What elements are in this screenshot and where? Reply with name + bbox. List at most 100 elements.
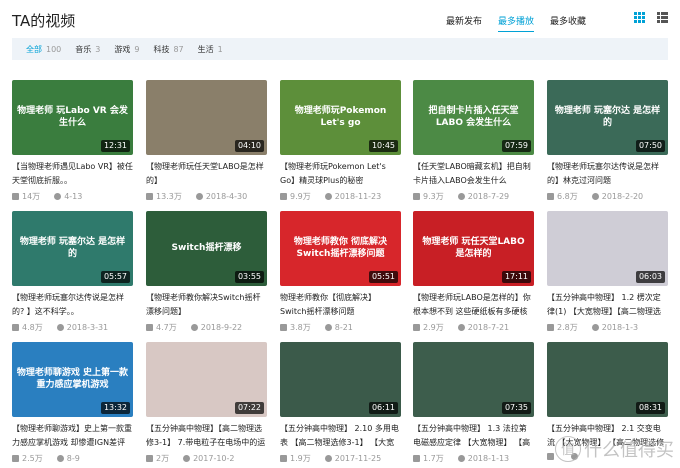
- video-title[interactable]: 【物理老师玩LABO是怎样的】你根本想不到 这些硬纸板有多硬核: [413, 291, 534, 319]
- video-duration: 10:45: [368, 139, 398, 152]
- upload-date: 2018-11-23: [334, 192, 382, 201]
- video-title[interactable]: 【物理老师玩Pokemon Let's Go】精灵球Plus的秘密: [280, 160, 401, 188]
- watermark-logo: 值什么值得买: [555, 436, 674, 462]
- filter-4[interactable]: 生活 1: [198, 44, 223, 55]
- clock-icon: [54, 193, 62, 200]
- filter-count: 87: [173, 44, 184, 54]
- video-card[interactable]: 物理老师教你 彻底解决Switch摇杆漂移问题 05:51 物理老师教你【彻底解决…: [280, 211, 401, 333]
- upload-date: 2018-1-3: [601, 323, 639, 332]
- video-card[interactable]: 把自制卡片插入任天堂LABO 会发生什么 07:59 【任天堂LABO暗藏玄机】把…: [413, 80, 534, 202]
- video-title[interactable]: 【物理老师教你解决Switch摇杆漂移问题】: [146, 291, 267, 319]
- video-thumbnail[interactable]: 物理老师 玩塞尔达 是怎样的 07:50: [547, 80, 668, 155]
- video-duration: 07:59: [501, 139, 531, 152]
- thumbnail-text: Switch摇杆漂移: [171, 242, 242, 253]
- video-card[interactable]: 物理老师 玩塞尔达 是怎样的 07:50 【物理老师玩塞尔达传说是怎样的】林克过河…: [547, 80, 668, 202]
- video-duration: 08:31: [635, 401, 665, 414]
- play-count-icon: [280, 193, 287, 200]
- grid-view-icon[interactable]: [634, 12, 645, 23]
- video-thumbnail[interactable]: 07:35: [413, 342, 534, 417]
- play-count: 2万: [156, 454, 170, 463]
- clock-icon: [324, 193, 332, 200]
- video-card[interactable]: 07:35 【五分钟高中物理】 1.3 法拉第电磁感应定律 【大宽物理】 【高二…: [413, 342, 534, 464]
- clock-icon: [183, 455, 191, 462]
- video-thumbnail[interactable]: 08:31: [547, 342, 668, 417]
- list-view-icon[interactable]: [657, 12, 668, 23]
- video-card[interactable]: 物理老师玩Pokemon Let's go 10:45 【物理老师玩Pokemon…: [280, 80, 401, 202]
- upload-date: 2018-1-13: [467, 454, 510, 463]
- video-thumbnail[interactable]: 07:22: [146, 342, 267, 417]
- play-count: 9.9万: [290, 192, 311, 201]
- video-thumbnail[interactable]: 把自制卡片插入任天堂LABO 会发生什么 07:59: [413, 80, 534, 155]
- video-duration: 06:03: [635, 270, 665, 283]
- video-title[interactable]: 【物理老师玩任天堂LABO是怎样的】: [146, 160, 267, 188]
- video-duration: 12:31: [100, 139, 130, 152]
- play-count: 2.9万: [423, 323, 444, 332]
- video-duration: 17:11: [501, 270, 531, 283]
- upload-date: 4-13: [64, 192, 83, 201]
- filter-label: 科技: [153, 44, 170, 54]
- video-title[interactable]: 【五分钟高中物理】【高二物理选修3-1】 7.带电粒子在电场中的运: [146, 422, 267, 450]
- video-card[interactable]: 07:22 【五分钟高中物理】【高二物理选修3-1】 7.带电粒子在电场中的运 …: [146, 342, 267, 464]
- video-title[interactable]: 【任天堂LABO暗藏玄机】把自制卡片插入LABO会发生什么: [413, 160, 534, 188]
- video-title[interactable]: 物理老师教你【彻底解决】Switch摇杆漂移问题: [280, 291, 401, 319]
- video-card[interactable]: 06:03 【五分钟高中物理】 1.2 楞次定律(1) 【大宽物理】【高二物理选…: [547, 211, 668, 333]
- play-count: 1.9万: [290, 454, 311, 463]
- thumbnail-text: 物理老师 玩任天堂LABO 是怎样的: [422, 236, 525, 259]
- video-thumbnail[interactable]: 物理老师 玩塞尔达 是怎样的 05:57: [12, 211, 133, 286]
- filter-count: 100: [46, 44, 62, 54]
- video-thumbnail[interactable]: 06:11: [280, 342, 401, 417]
- play-count: 3.8万: [290, 323, 311, 332]
- play-count-icon: [547, 193, 554, 200]
- clock-icon: [56, 324, 64, 331]
- video-thumbnail[interactable]: 物理老师玩Pokemon Let's go 10:45: [280, 80, 401, 155]
- sort-most-played[interactable]: 最多播放: [497, 14, 534, 32]
- video-title[interactable]: 【当物理老师遇见Labo VR】被任天堂彻底折服。。: [12, 160, 133, 188]
- video-thumbnail[interactable]: 物理老师 玩任天堂LABO 是怎样的 17:11: [413, 211, 534, 286]
- play-count: 2.5万: [22, 454, 43, 463]
- video-thumbnail[interactable]: Switch摇杆漂移 03:55: [146, 211, 267, 286]
- upload-date: 2018-2-20: [601, 192, 644, 201]
- video-card[interactable]: Switch摇杆漂移 03:55 【物理老师教你解决Switch摇杆漂移问题】 4…: [146, 211, 267, 333]
- filter-label: 游戏: [114, 44, 131, 54]
- clock-icon: [591, 324, 599, 331]
- video-card[interactable]: 物理老师聊游戏 史上第一款重力感应掌机游戏 13:32 【物理老师聊游戏】史上第一…: [12, 342, 133, 464]
- filter-1[interactable]: 音乐 3: [75, 44, 100, 55]
- thumbnail-text: 物理老师 玩Labo VR 会发生什么: [17, 105, 128, 128]
- play-count-icon: [146, 455, 153, 462]
- video-title[interactable]: 【物理老师聊游戏】史上第一款重力感应掌机游戏 却惨遭IGN差评: [12, 422, 133, 450]
- video-title[interactable]: 【物理老师玩塞尔达传说是怎样的】林克过河问题: [547, 160, 668, 188]
- video-card[interactable]: 物理老师 玩任天堂LABO 是怎样的 17:11 【物理老师玩LABO是怎样的】你…: [413, 211, 534, 333]
- thumbnail-text: 物理老师玩Pokemon Let's go: [294, 105, 387, 128]
- video-card[interactable]: 04:10 【物理老师玩任天堂LABO是怎样的】 13.3万 2018-4-30: [146, 80, 267, 202]
- video-duration: 06:11: [368, 401, 398, 414]
- filter-3[interactable]: 科技 87: [153, 44, 183, 55]
- sort-newest[interactable]: 最新发布: [446, 14, 482, 32]
- video-thumbnail[interactable]: 06:03: [547, 211, 668, 286]
- video-title[interactable]: 【五分钟高中物理】 2.10 多用电表 【高二物理选修3-1】 【大宽物: [280, 422, 401, 450]
- clock-icon: [591, 193, 599, 200]
- video-title[interactable]: 【五分钟高中物理】 1.2 楞次定律(1) 【大宽物理】【高二物理选: [547, 291, 668, 319]
- category-filter: 全部 100 音乐 3 游戏 9 科技 87 生活 1: [12, 38, 668, 60]
- play-count-icon: [12, 455, 19, 462]
- video-title[interactable]: 【物理老师玩塞尔达传说是怎样的? 】这不科学。。: [12, 291, 133, 319]
- play-count-icon: [547, 453, 554, 460]
- play-count-icon: [413, 193, 420, 200]
- filter-0[interactable]: 全部 100: [26, 44, 61, 55]
- video-thumbnail[interactable]: 04:10: [146, 80, 267, 155]
- play-count-icon: [12, 193, 19, 200]
- video-thumbnail[interactable]: 物理老师聊游戏 史上第一款重力感应掌机游戏 13:32: [12, 342, 133, 417]
- sort-most-favorited[interactable]: 最多收藏: [550, 14, 586, 32]
- video-card[interactable]: 06:11 【五分钟高中物理】 2.10 多用电表 【高二物理选修3-1】 【大…: [280, 342, 401, 464]
- play-count: 1.7万: [423, 454, 444, 463]
- video-thumbnail[interactable]: 物理老师教你 彻底解决Switch摇杆漂移问题 05:51: [280, 211, 401, 286]
- video-card[interactable]: 物理老师 玩Labo VR 会发生什么 12:31 【当物理老师遇见Labo VR…: [12, 80, 133, 202]
- play-count: 13.3万: [156, 192, 182, 201]
- sort-tabs: 最新发布 最多播放 最多收藏: [446, 14, 586, 32]
- video-title[interactable]: 【五分钟高中物理】 1.3 法拉第电磁感应定律 【大宽物理】 【高二物: [413, 422, 534, 450]
- video-thumbnail[interactable]: 物理老师 玩Labo VR 会发生什么 12:31: [12, 80, 133, 155]
- filter-2[interactable]: 游戏 9: [114, 44, 139, 55]
- play-count: 14万: [22, 192, 41, 201]
- filter-count: 1: [217, 44, 223, 54]
- clock-icon: [457, 193, 465, 200]
- video-card[interactable]: 物理老师 玩塞尔达 是怎样的 05:57 【物理老师玩塞尔达传说是怎样的? 】这不…: [12, 211, 133, 333]
